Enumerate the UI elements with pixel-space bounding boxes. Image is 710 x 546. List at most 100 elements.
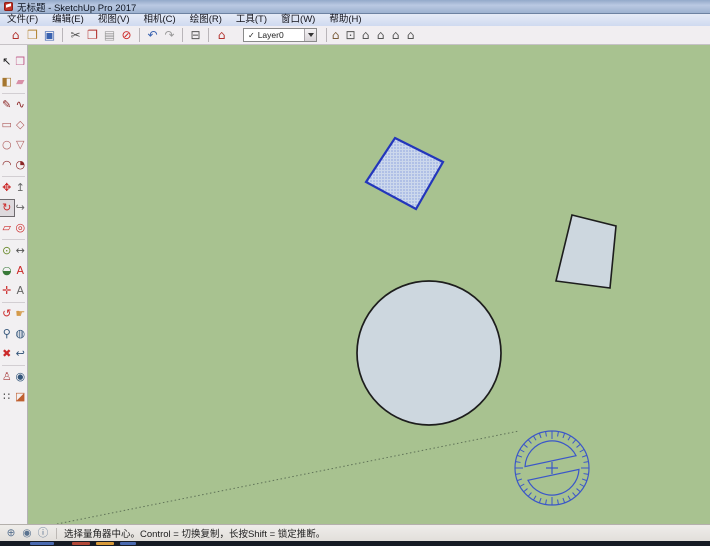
geolocation-status-icon[interactable]: ⊕ xyxy=(5,527,17,539)
layer-dropdown[interactable]: ✓ Layer0 xyxy=(243,28,317,42)
zoom-extents-tool[interactable]: ✖ xyxy=(0,346,14,362)
scale-tool[interactable]: ▱ xyxy=(0,220,14,236)
select-tool[interactable]: ↖ xyxy=(0,54,14,70)
menu-tools[interactable]: 工具(T) xyxy=(229,14,274,26)
circle-tool[interactable]: ○ xyxy=(0,137,14,153)
taskbar-edge xyxy=(0,541,710,546)
save-button-icon[interactable]: ▣ xyxy=(42,27,57,43)
credit-status-icon[interactable]: ◉ xyxy=(21,527,33,539)
palette-row: ✛A xyxy=(0,281,27,301)
palette-separator xyxy=(2,93,25,94)
menu-draw[interactable]: 绘图(R) xyxy=(183,14,229,26)
print-button-icon[interactable]: ⊟ xyxy=(188,27,203,43)
palette-row: ⊙↔ xyxy=(0,241,27,261)
paste-button-icon[interactable]: ▤ xyxy=(102,27,117,43)
redo-button-icon[interactable]: ↷ xyxy=(162,27,177,43)
layer-dropdown-value: Layer0 xyxy=(258,30,284,40)
model-info-button-icon[interactable]: ⌂ xyxy=(214,27,229,43)
palette-row: ◠◔ xyxy=(0,155,27,175)
tape-measure-tool[interactable]: ⊙ xyxy=(0,243,14,259)
taskbar-blob xyxy=(96,542,114,545)
push-pull-tool[interactable]: ↥ xyxy=(14,180,28,196)
follow-me-tool[interactable]: ↪ xyxy=(14,200,28,216)
drawing-canvas[interactable] xyxy=(28,45,710,524)
protractor-tool[interactable]: ◒ xyxy=(0,263,14,279)
sketchup-window: 无标题 - SketchUp Pro 2017 文件(F)编辑(E)视图(V)相… xyxy=(0,0,710,546)
toolbar-separator xyxy=(182,28,183,42)
undo-button-icon[interactable]: ↶ xyxy=(145,27,160,43)
view-front-button-icon[interactable]: ⌂ xyxy=(358,27,373,43)
dropdown-arrow-icon[interactable] xyxy=(304,29,316,41)
palette-row: ↻↪ xyxy=(0,198,27,218)
polygon-tool[interactable]: ▽ xyxy=(14,137,28,153)
status-message: 选择量角器中心。Control = 切换复制，长按Shift = 锁定推断。 xyxy=(64,526,325,540)
menu-file[interactable]: 文件(F) xyxy=(0,14,45,26)
help-status-icon[interactable]: ⓘ xyxy=(37,527,49,539)
toolbar-separator xyxy=(62,28,63,42)
palette-row: ✖↩ xyxy=(0,344,27,364)
menu-edit[interactable]: 编辑(E) xyxy=(45,14,91,26)
view-iso-button-icon[interactable]: ⌂ xyxy=(328,27,343,43)
menu-bar: 文件(F)编辑(E)视图(V)相机(C)绘图(R)工具(T)窗口(W)帮助(H) xyxy=(0,14,710,26)
taskbar-blob xyxy=(72,542,90,545)
view-right-button-icon[interactable]: ⌂ xyxy=(373,27,388,43)
toolbar-group: ⌂❒▣ xyxy=(4,27,61,43)
line-tool[interactable]: ✎ xyxy=(0,97,14,113)
checkmark-icon: ✓ xyxy=(248,31,255,40)
dimension-tool[interactable]: ↔ xyxy=(14,243,28,259)
selected-square-shape[interactable] xyxy=(366,138,443,209)
toolbar-separator xyxy=(208,28,209,42)
menu-view[interactable]: 视图(V) xyxy=(91,14,137,26)
circle-shape[interactable] xyxy=(357,281,501,425)
zoom-tool[interactable]: ⚲ xyxy=(0,326,14,342)
palette-separator xyxy=(2,302,25,303)
taskbar-blob xyxy=(120,542,136,545)
rotated-rectangle-tool[interactable]: ◇ xyxy=(14,117,28,133)
section-plane-tool[interactable]: ◪ xyxy=(14,389,28,405)
toolbar-group: ⌂ xyxy=(210,27,233,43)
rotate-protractor-cursor xyxy=(515,431,589,505)
tool-palette: ↖❒◧▰✎∿▭◇○▽◠◔✥↥↻↪▱◎⊙↔◒A✛A↺☛⚲◍✖↩♙◉∷◪ xyxy=(0,45,28,524)
menu-camera[interactable]: 相机(C) xyxy=(136,14,182,26)
make-component-tool[interactable]: ❒ xyxy=(14,54,28,70)
eraser-tool[interactable]: ▰ xyxy=(14,74,28,90)
palette-row: ♙◉ xyxy=(0,367,27,387)
look-around-tool[interactable]: ◉ xyxy=(14,369,28,385)
axes-tool[interactable]: ✛ xyxy=(0,283,14,299)
view-left-button-icon[interactable]: ⌂ xyxy=(403,27,418,43)
offset-tool[interactable]: ◎ xyxy=(14,220,28,236)
square-shape[interactable] xyxy=(556,215,616,288)
view-top-button-icon[interactable]: ⊡ xyxy=(343,27,358,43)
menu-window[interactable]: 窗口(W) xyxy=(274,14,322,26)
arc-tool[interactable]: ◠ xyxy=(0,157,14,173)
erase-button-icon[interactable]: ⊘ xyxy=(119,27,134,43)
toolbar-group: ↶↷ xyxy=(141,27,181,43)
3d-text-tool[interactable]: A xyxy=(14,283,28,299)
taskbar-blob xyxy=(30,542,54,545)
window-title: 无标题 - SketchUp Pro 2017 xyxy=(17,0,136,14)
menu-help[interactable]: 帮助(H) xyxy=(322,14,368,26)
standard-toolbar: ⌂❒▣✂❐▤⊘↶↷⊟⌂ ✓ Layer0 ⌂⊡⌂⌂⌂⌂ xyxy=(0,26,710,45)
palette-row: ✥↥ xyxy=(0,178,27,198)
cut-button-icon[interactable]: ✂ xyxy=(68,27,83,43)
position-camera-tool[interactable]: ♙ xyxy=(0,369,14,385)
rectangle-tool[interactable]: ▭ xyxy=(0,117,14,133)
copy-button-icon[interactable]: ❐ xyxy=(85,27,100,43)
pie-tool[interactable]: ◔ xyxy=(14,157,28,173)
view-back-button-icon[interactable]: ⌂ xyxy=(388,27,403,43)
status-divider xyxy=(56,528,57,539)
zoom-window-tool[interactable]: ◍ xyxy=(14,326,28,342)
pan-tool[interactable]: ☛ xyxy=(14,306,28,322)
paint-bucket-tool[interactable]: ◧ xyxy=(0,74,14,90)
move-tool[interactable]: ✥ xyxy=(0,180,14,196)
text-tool[interactable]: A xyxy=(14,263,28,279)
palette-row: ∷◪ xyxy=(0,387,27,407)
orbit-tool[interactable]: ↺ xyxy=(0,306,14,322)
toolbar-group: ⊟ xyxy=(184,27,207,43)
freehand-tool[interactable]: ∿ xyxy=(14,97,28,113)
new-button-icon[interactable]: ⌂ xyxy=(8,27,23,43)
zoom-previous-tool[interactable]: ↩ xyxy=(14,346,28,362)
rotate-tool[interactable]: ↻ xyxy=(0,200,14,216)
open-button-icon[interactable]: ❒ xyxy=(25,27,40,43)
walk-tool[interactable]: ∷ xyxy=(0,389,14,405)
